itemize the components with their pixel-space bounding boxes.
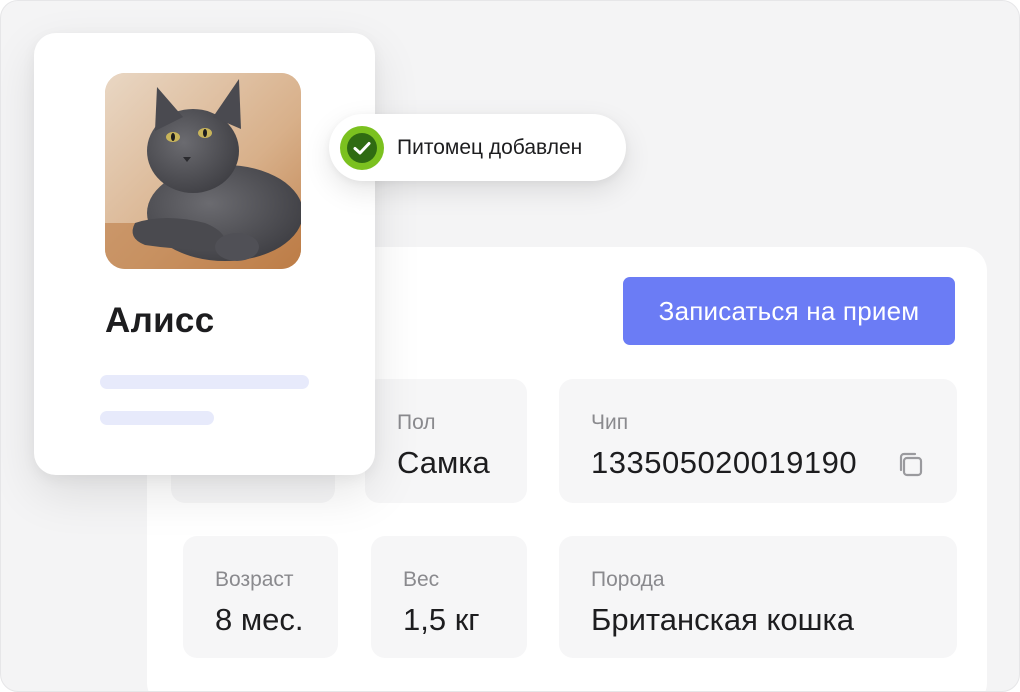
book-appointment-button[interactable]: Записаться на прием <box>623 277 955 345</box>
breed-value: Британская кошка <box>591 602 855 637</box>
detail-tile-chip: Чип 133505020019190 <box>559 379 957 503</box>
copy-icon[interactable] <box>895 449 927 481</box>
chip-value: 133505020019190 <box>591 445 858 480</box>
pet-name: Алисс <box>105 301 215 340</box>
detail-tile-weight: Вес 1,5 кг <box>371 536 527 658</box>
weight-label: Вес <box>403 568 440 591</box>
success-toast: Питомец добавлен <box>329 114 626 181</box>
breed-label: Порода <box>591 568 665 591</box>
pet-photo <box>105 73 301 269</box>
age-label: Возраст <box>215 568 294 591</box>
weight-value: 1,5 кг <box>403 602 480 637</box>
cat-photo <box>105 73 301 269</box>
chip-label: Чип <box>591 411 629 434</box>
sex-label: Пол <box>397 411 436 434</box>
detail-tile-age: Возраст 8 мес. <box>183 536 338 658</box>
skeleton-line <box>100 375 309 389</box>
detail-tile-sex: Пол Самка <box>365 379 527 503</box>
skeleton-line <box>100 411 214 425</box>
sex-value: Самка <box>397 445 490 480</box>
check-circle-icon <box>340 126 384 170</box>
pet-card[interactable]: Алисс <box>34 33 375 475</box>
age-value: 8 мес. <box>215 602 304 637</box>
toast-message: Питомец добавлен <box>397 136 583 159</box>
detail-tile-breed: Порода Британская кошка <box>559 536 957 658</box>
app-frame: Записаться на прием Пол Самка Чип 133505… <box>0 0 1020 692</box>
